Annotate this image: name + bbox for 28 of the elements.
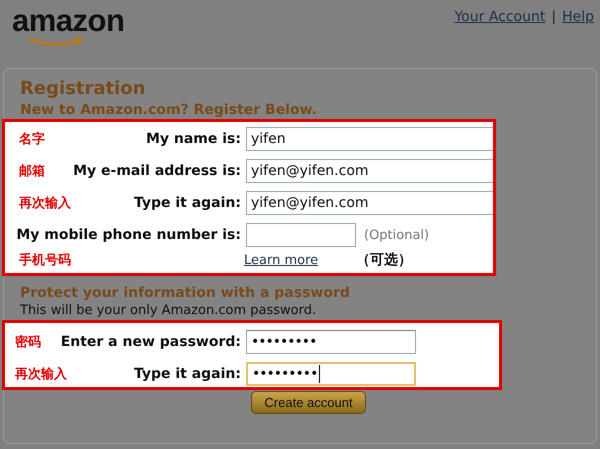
password-section-title: Protect your information with a password (20, 284, 351, 302)
annotation-note: 手机号码 (19, 252, 71, 269)
text-field[interactable]: yifen (246, 127, 493, 151)
text-field[interactable]: yifen@yifen.com (246, 191, 493, 215)
annotation-note: 邮箱 (19, 163, 45, 180)
text-field[interactable]: yifen@yifen.com (246, 159, 493, 183)
learn-more-link[interactable]: Learn more (244, 252, 318, 268)
link-separator: | (551, 9, 556, 25)
field-label: My name is: (146, 131, 241, 147)
field-label: Type it again: (134, 195, 241, 211)
annotation-note: （可选） (356, 251, 412, 269)
password-field[interactable]: ••••••••• (246, 330, 416, 354)
amazon-logo[interactable]: amazon (12, 6, 124, 48)
field-label: My mobile phone number is: (16, 227, 241, 243)
annotation-note: 再次输入 (19, 194, 71, 212)
password-field[interactable]: ••••••••• (246, 362, 416, 386)
password-description: This will be your only Amazon.com password. (20, 302, 318, 320)
create-account-button[interactable]: Create account (251, 391, 366, 414)
annotation-note: 再次输入 (15, 366, 67, 383)
phone-field[interactable] (246, 223, 356, 247)
registration-subtitle: New to Amazon.com? Register Below. (20, 101, 318, 119)
optional-hint: (Optional) (364, 228, 430, 242)
annotation-note: 名字 (19, 130, 45, 148)
field-label: Type it again: (134, 366, 241, 382)
field-label: My e-mail address is: (73, 163, 241, 179)
annotation-note: 密码 (15, 334, 41, 351)
field-label: Enter a new password: (60, 334, 241, 350)
registration-title: Registration (20, 77, 146, 101)
